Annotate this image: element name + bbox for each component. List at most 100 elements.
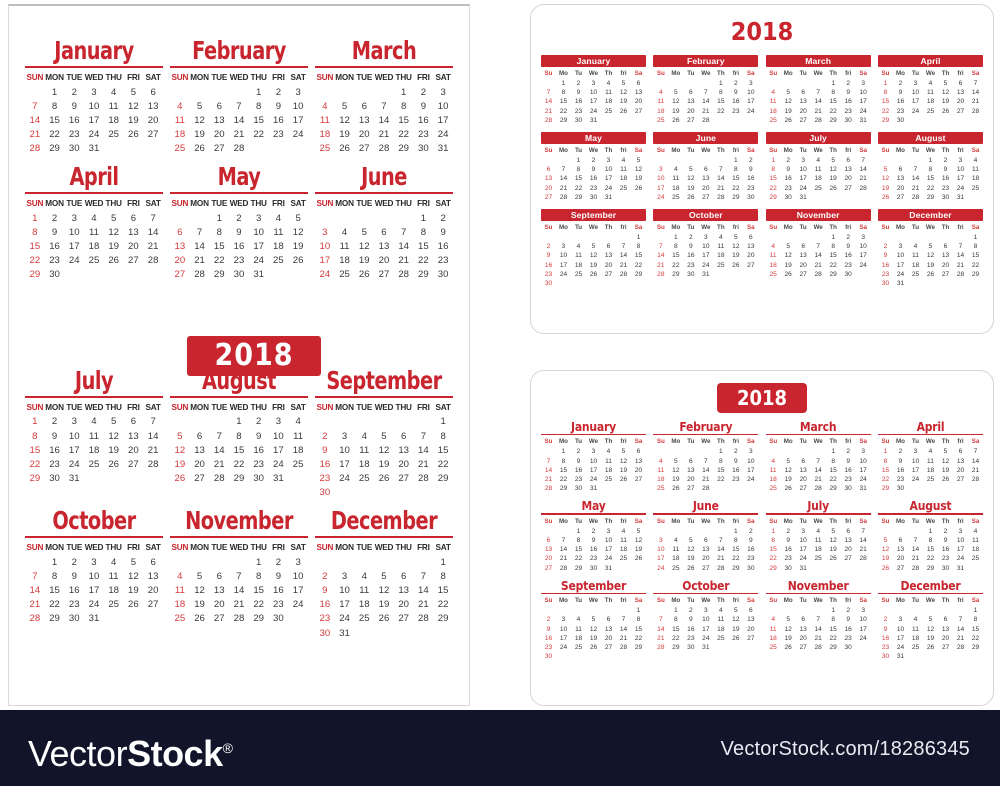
day-cell[interactable]: 6 <box>698 165 713 174</box>
day-cell[interactable]: 31 <box>433 142 453 156</box>
day-cell[interactable]: 13 <box>743 242 758 251</box>
day-cell[interactable]: 26 <box>878 563 893 572</box>
day-cell[interactable]: 12 <box>668 466 683 475</box>
day-cell[interactable]: 23 <box>893 475 908 484</box>
day-cell[interactable]: 2 <box>229 211 249 225</box>
day-cell[interactable]: 9 <box>878 624 893 633</box>
day-cell[interactable]: 5 <box>938 79 953 88</box>
day-cell[interactable]: 13 <box>796 466 811 475</box>
day-cell[interactable]: 13 <box>796 624 811 633</box>
day-cell[interactable]: 16 <box>938 545 953 554</box>
day-cell[interactable]: 11 <box>104 99 124 113</box>
day-cell[interactable]: 9 <box>586 536 601 545</box>
day-cell[interactable]: 25 <box>668 193 683 202</box>
day-cell[interactable]: 23 <box>841 475 856 484</box>
day-cell[interactable]: 27 <box>601 643 616 652</box>
day-cell[interactable]: 6 <box>953 447 968 456</box>
day-cell[interactable]: 6 <box>893 165 908 174</box>
day-cell[interactable]: 29 <box>878 116 893 125</box>
day-cell[interactable]: 3 <box>908 79 923 88</box>
day-cell[interactable]: 7 <box>616 242 631 251</box>
day-cell[interactable]: 19 <box>683 554 698 563</box>
day-cell[interactable]: 5 <box>781 242 796 251</box>
day-cell[interactable]: 17 <box>856 251 871 260</box>
day-cell[interactable]: 7 <box>414 569 434 583</box>
day-cell[interactable]: 30 <box>229 268 249 282</box>
day-cell[interactable]: 13 <box>124 225 144 239</box>
day-cell[interactable]: 1 <box>45 555 65 569</box>
day-cell[interactable]: 16 <box>878 634 893 643</box>
day-cell[interactable]: 10 <box>601 165 616 174</box>
day-cell[interactable]: 30 <box>64 142 84 156</box>
day-cell[interactable]: 30 <box>893 116 908 125</box>
day-cell[interactable]: 27 <box>631 475 646 484</box>
day-cell[interactable]: 17 <box>288 113 308 127</box>
day-cell[interactable]: 25 <box>170 142 190 156</box>
day-cell[interactable]: 14 <box>541 466 556 475</box>
day-cell[interactable]: 16 <box>433 239 453 253</box>
day-cell[interactable]: 23 <box>433 254 453 268</box>
day-cell[interactable]: 4 <box>811 156 826 165</box>
day-cell[interactable]: 7 <box>856 527 871 536</box>
day-cell[interactable]: 1 <box>45 85 65 99</box>
day-cell[interactable]: 28 <box>414 472 434 486</box>
day-cell[interactable]: 13 <box>170 239 190 253</box>
day-cell[interactable]: 6 <box>631 447 646 456</box>
day-cell[interactable]: 14 <box>143 225 163 239</box>
day-cell[interactable]: 30 <box>586 193 601 202</box>
day-cell[interactable]: 15 <box>556 97 571 106</box>
day-cell[interactable]: 16 <box>571 466 586 475</box>
day-cell[interactable]: 1 <box>668 606 683 615</box>
day-cell[interactable]: 29 <box>728 563 743 572</box>
day-cell[interactable]: 8 <box>668 242 683 251</box>
day-cell[interactable]: 10 <box>433 99 453 113</box>
day-cell[interactable]: 15 <box>728 545 743 554</box>
day-cell[interactable]: 11 <box>923 88 938 97</box>
day-cell[interactable]: 19 <box>190 128 210 142</box>
day-cell[interactable]: 27 <box>354 142 374 156</box>
day-cell[interactable]: 5 <box>586 242 601 251</box>
day-cell[interactable]: 20 <box>631 466 646 475</box>
day-cell[interactable]: 31 <box>893 279 908 288</box>
day-cell[interactable]: 21 <box>541 475 556 484</box>
day-cell[interactable]: 8 <box>728 165 743 174</box>
day-cell[interactable]: 20 <box>541 184 556 193</box>
day-cell[interactable]: 16 <box>586 174 601 183</box>
day-cell[interactable]: 28 <box>968 107 983 116</box>
day-cell[interactable]: 29 <box>668 270 683 279</box>
day-cell[interactable]: 24 <box>796 554 811 563</box>
day-cell[interactable]: 2 <box>433 211 453 225</box>
day-cell[interactable]: 5 <box>288 211 308 225</box>
day-cell[interactable]: 3 <box>953 156 968 165</box>
day-cell[interactable]: 30 <box>878 279 893 288</box>
day-cell[interactable]: 16 <box>683 624 698 633</box>
day-cell[interactable]: 12 <box>683 174 698 183</box>
day-cell[interactable]: 31 <box>953 563 968 572</box>
day-cell[interactable]: 14 <box>713 545 728 554</box>
day-cell[interactable]: 26 <box>781 270 796 279</box>
day-cell[interactable]: 21 <box>908 184 923 193</box>
day-cell[interactable]: 10 <box>953 536 968 545</box>
day-cell[interactable]: 13 <box>354 113 374 127</box>
day-cell[interactable]: 4 <box>668 165 683 174</box>
day-cell[interactable]: 7 <box>908 165 923 174</box>
day-cell[interactable]: 17 <box>856 97 871 106</box>
day-cell[interactable]: 2 <box>541 615 556 624</box>
day-cell[interactable]: 9 <box>64 569 84 583</box>
day-cell[interactable]: 17 <box>556 260 571 269</box>
day-cell[interactable]: 14 <box>394 239 414 253</box>
day-cell[interactable]: 7 <box>856 156 871 165</box>
day-cell[interactable]: 17 <box>601 545 616 554</box>
day-cell[interactable]: 2 <box>64 85 84 99</box>
day-cell[interactable]: 12 <box>190 583 210 597</box>
day-cell[interactable]: 3 <box>653 536 668 545</box>
day-cell[interactable]: 13 <box>541 174 556 183</box>
day-cell[interactable]: 3 <box>796 156 811 165</box>
day-cell[interactable]: 2 <box>938 156 953 165</box>
day-cell[interactable]: 26 <box>354 268 374 282</box>
day-cell[interactable]: 10 <box>288 569 308 583</box>
day-cell[interactable]: 14 <box>811 466 826 475</box>
day-cell[interactable]: 14 <box>908 545 923 554</box>
day-cell[interactable]: 26 <box>104 457 124 471</box>
day-cell[interactable]: 4 <box>170 569 190 583</box>
